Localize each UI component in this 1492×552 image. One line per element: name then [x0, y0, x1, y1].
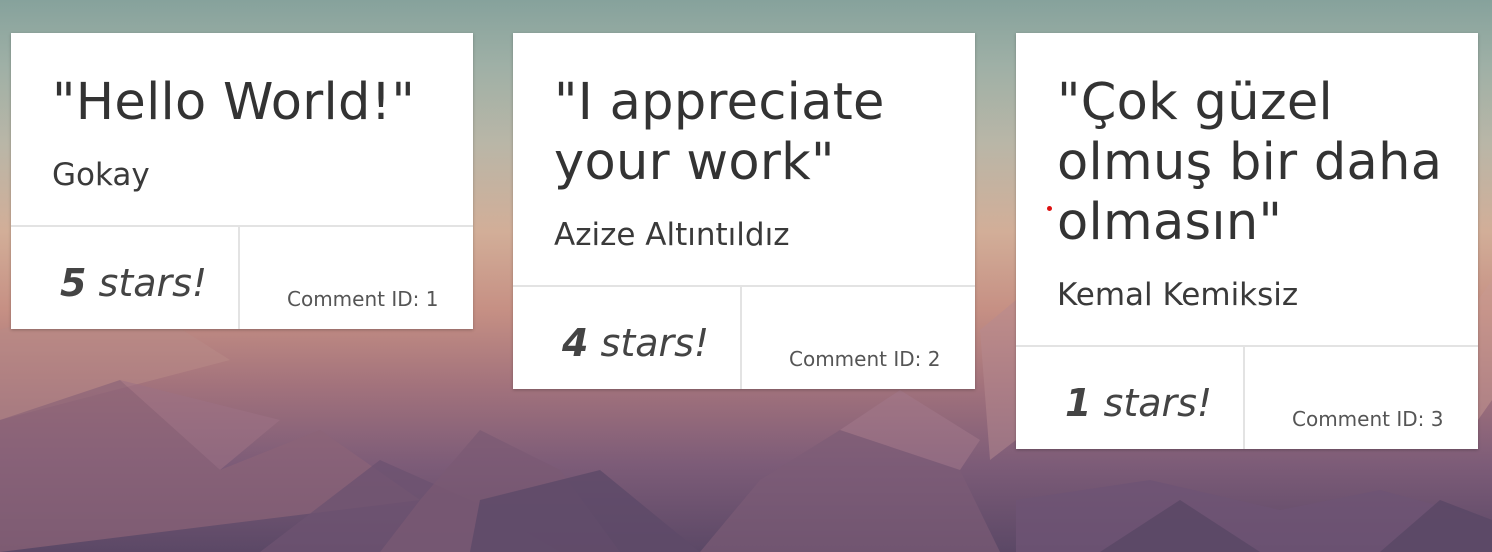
stars-suffix: stars! — [1091, 381, 1213, 425]
comment-id: Comment ID: 2 — [789, 347, 941, 371]
comment-card-footer: 5 stars! Comment ID: 1 — [11, 225, 473, 329]
stars-count: 5 — [60, 261, 87, 305]
comment-id: Comment ID: 1 — [287, 287, 439, 311]
stars-suffix: stars! — [588, 321, 710, 365]
comment-author: Gokay — [52, 157, 150, 193]
comment-card-3: "Çok güzel olmuş bir daha olmasın" Kemal… — [1016, 33, 1478, 449]
comment-author: Azize Altıntıldız — [554, 217, 790, 253]
stars-suffix: stars! — [86, 261, 208, 305]
comment-quote: "Çok güzel olmuş bir daha olmasın" — [1057, 73, 1443, 252]
comment-card-footer: 4 stars! Comment ID: 2 — [513, 285, 975, 389]
stars-count: 1 — [1065, 381, 1092, 425]
comment-card-1: "Hello World!" Gokay 5 stars! Comment ID… — [11, 33, 473, 329]
comment-id: Comment ID: 3 — [1292, 407, 1444, 431]
comment-author: Kemal Kemiksiz — [1057, 277, 1299, 313]
comment-card-footer: 1 stars! Comment ID: 3 — [1016, 345, 1478, 449]
comment-card-body: "Çok güzel olmuş bir daha olmasın" Kemal… — [1016, 33, 1478, 345]
comment-quote: "I appreciate your work" — [554, 73, 885, 192]
comment-card-2: "I appreciate your work" Azize Altıntıld… — [513, 33, 975, 389]
comment-card-body: "I appreciate your work" Azize Altıntıld… — [513, 33, 975, 285]
comment-card-body: "Hello World!" Gokay — [11, 33, 473, 225]
stars-count: 4 — [562, 321, 589, 365]
comment-quote: "Hello World!" — [52, 73, 416, 132]
cursor-dot — [1047, 206, 1052, 211]
stars-rating: 1 stars! — [1016, 347, 1245, 449]
stars-rating: 5 stars! — [11, 227, 240, 329]
stars-rating: 4 stars! — [513, 287, 742, 389]
